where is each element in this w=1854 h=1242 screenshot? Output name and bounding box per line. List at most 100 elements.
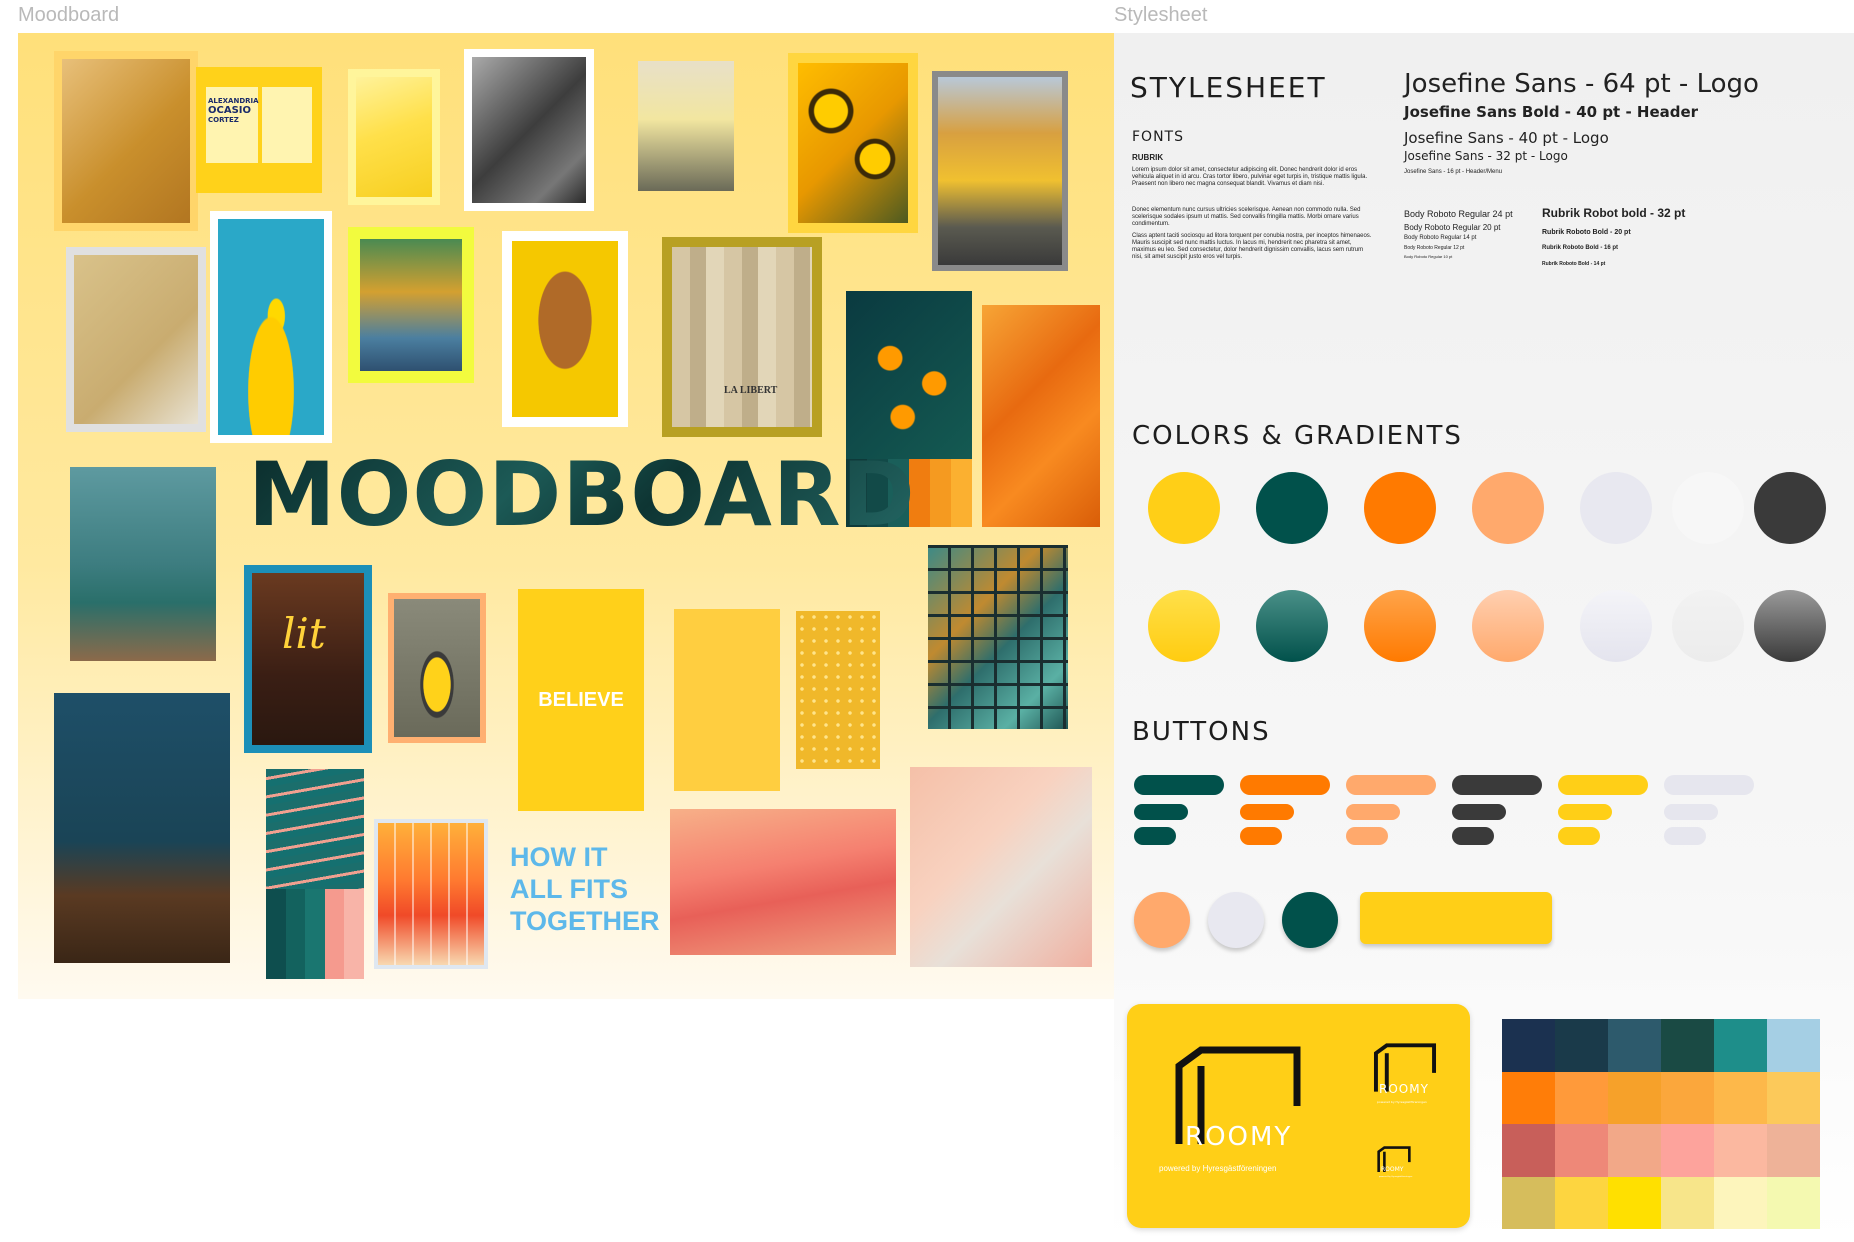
palette-swatch — [1661, 1019, 1714, 1072]
sunflowers-photo — [788, 53, 918, 233]
color-palette-grid — [1502, 1019, 1820, 1229]
poster-text-3: CORTEZ — [208, 116, 239, 124]
palette-swatch — [1502, 1019, 1555, 1072]
palette-swatch — [1767, 1071, 1820, 1124]
stylesheet-frame-label[interactable]: Stylesheet — [1114, 4, 1207, 27]
neon-text: lit — [282, 609, 326, 658]
believe-text: BELIEVE — [538, 689, 624, 711]
palette-swatch — [1767, 1124, 1820, 1177]
gradient-orange — [1364, 590, 1436, 662]
palette-swatch — [1608, 1124, 1661, 1177]
teal-tiles-photo — [928, 545, 1068, 729]
palette-swatch — [1714, 1176, 1767, 1229]
palette-swatch — [1555, 1124, 1608, 1177]
teal-living-room-photo — [70, 467, 216, 661]
round-button-teal[interactable] — [1282, 892, 1338, 948]
body-24: Body Roboto Regular 24 pt — [1404, 209, 1513, 219]
logo-tagline-medium: powered by Hyresgästföreningen — [1377, 1100, 1427, 1104]
tagline: HOW IT ALL FITS TOGETHER — [510, 841, 660, 937]
palette-swatch — [1502, 1176, 1555, 1229]
button-gray-small[interactable] — [1664, 827, 1706, 845]
teal-interior-photo — [54, 693, 230, 963]
orange-squares-card — [374, 819, 488, 969]
palette-swatch — [1767, 1019, 1820, 1072]
poster-text-1: ALEXANDRIA — [208, 97, 259, 105]
color-orange — [1364, 472, 1436, 544]
vw-bus-photo — [638, 61, 734, 191]
button-charcoal-large[interactable] — [1452, 775, 1542, 795]
palette-swatch — [1608, 1176, 1661, 1229]
color-off-white — [1672, 472, 1744, 544]
button-yellow-small[interactable] — [1558, 827, 1600, 845]
button-orange-medium[interactable] — [1240, 804, 1294, 820]
moodboard-title: MOODBOARD — [248, 443, 916, 546]
campaign-posters: ALEXANDRIA OCASIO CORTEZ — [196, 67, 322, 193]
rubrik-32: Rubrik Robot bold - 32 pt — [1542, 206, 1686, 220]
color-peach — [1472, 472, 1544, 544]
button-peach-small[interactable] — [1346, 827, 1388, 845]
type-40-logo: Josefine Sans - 40 pt - Logo — [1404, 129, 1609, 147]
moodboard-frame[interactable]: ALEXANDRIA OCASIO CORTEZ LA LIBERT MOODB… — [18, 33, 1114, 999]
color-yellow — [1148, 472, 1220, 544]
logo-name-medium: ROOMY — [1379, 1082, 1429, 1096]
button-peach-medium[interactable] — [1346, 804, 1400, 820]
yellow-dots-card — [796, 611, 880, 769]
palette-swatch — [1502, 1124, 1555, 1177]
autumn-leaves-photo — [982, 305, 1100, 527]
body-sample-2: Donec elementum nunc cursus ultricies sc… — [1132, 207, 1361, 227]
tagline-line-3: TOGETHER — [510, 906, 660, 936]
fonts-label: FONTS — [1132, 129, 1184, 145]
button-teal-small[interactable] — [1134, 827, 1176, 845]
palette-swatch — [1767, 1176, 1820, 1229]
palette-swatch — [1502, 1071, 1555, 1124]
moodboard-frame-label[interactable]: Moodboard — [18, 4, 119, 27]
gradient-charcoal — [1754, 590, 1826, 662]
body-sample-3: Class aptent taciti sociosqu ad litora t… — [1132, 233, 1372, 260]
tagline-line-1: HOW IT — [510, 842, 608, 872]
logo-card: ROOMY powered by Hyresgästföreningen ROO… — [1127, 1004, 1470, 1228]
logo-name-small: ROOMY — [1381, 1166, 1404, 1173]
wide-button-yellow[interactable] — [1360, 892, 1552, 944]
portrait-photo — [502, 231, 628, 427]
round-button-gray[interactable] — [1208, 892, 1264, 948]
button-teal-large[interactable] — [1134, 775, 1224, 795]
palette-swatch — [1661, 1176, 1714, 1229]
palette-swatch — [1661, 1071, 1714, 1124]
yellow-splash-photo — [210, 211, 332, 443]
stylesheet-frame[interactable]: STYLESHEET FONTS RUBRIK Lorem ipsum dolo… — [1114, 33, 1854, 1242]
rubrik-label: RUBRIK — [1132, 153, 1164, 162]
button-charcoal-small[interactable] — [1452, 827, 1494, 845]
button-gray-large[interactable] — [1664, 775, 1754, 795]
button-charcoal-medium[interactable] — [1452, 804, 1506, 820]
palette-swatch — [1555, 1176, 1608, 1229]
sea-waves-photo — [266, 769, 364, 889]
plant-room-photo — [348, 227, 474, 383]
gradient-teal — [1256, 590, 1328, 662]
gradient-peach — [1472, 590, 1544, 662]
body-14: Body Roboto Regular 14 pt — [1404, 235, 1477, 241]
color-light-gray — [1580, 472, 1652, 544]
type-40-header: Josefine Sans Bold - 40 pt - Header — [1404, 103, 1699, 121]
palette-swatch — [1608, 1019, 1661, 1072]
gradient-yellow — [1148, 590, 1220, 662]
type-64-logo: Josefine Sans - 64 pt - Logo — [1404, 69, 1759, 99]
palette-swatch — [1608, 1071, 1661, 1124]
button-teal-medium[interactable] — [1134, 804, 1188, 820]
button-yellow-large[interactable] — [1558, 775, 1648, 795]
round-button-peach[interactable] — [1134, 892, 1190, 948]
palette-swatch — [1661, 1124, 1714, 1177]
rubrik-20: Rubrik Roboto Bold - 20 pt — [1542, 229, 1631, 236]
button-yellow-medium[interactable] — [1558, 804, 1612, 820]
body-10: Body Roboto Regular 10 pt — [1404, 254, 1453, 259]
logo-tagline-large: powered by Hyresgästföreningen — [1159, 1164, 1277, 1173]
dog-photo — [54, 51, 198, 231]
palette-swatch — [1714, 1071, 1767, 1124]
newspaper-collage-photo: LA LIBERT — [662, 237, 822, 437]
button-orange-large[interactable] — [1240, 775, 1330, 795]
button-gray-medium[interactable] — [1664, 804, 1718, 820]
button-peach-large[interactable] — [1346, 775, 1436, 795]
crowd-bw-photo — [464, 49, 594, 211]
body-20: Body Roboto Regular 20 pt — [1404, 223, 1501, 232]
button-orange-small[interactable] — [1240, 827, 1282, 845]
palette-swatch — [1555, 1019, 1608, 1072]
